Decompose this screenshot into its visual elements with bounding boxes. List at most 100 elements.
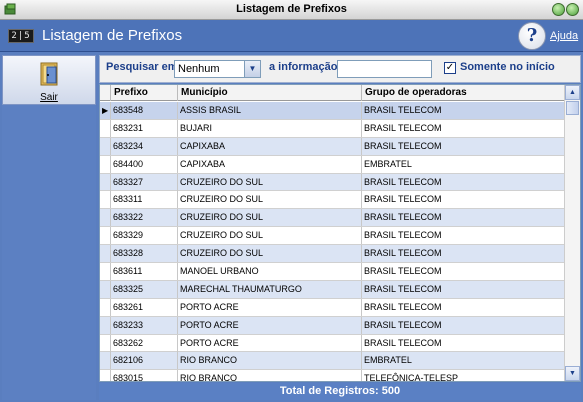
table-row[interactable]: 683611 MANOEL URBANO BRASIL TELECOM xyxy=(100,263,564,281)
table-row[interactable]: 683322 CRUZEIRO DO SUL BRASIL TELECOM xyxy=(100,209,564,228)
row-indicator xyxy=(100,191,111,209)
municipio-cell: CRUZEIRO DO SUL xyxy=(178,227,362,245)
help-label: Ajuda xyxy=(550,30,579,42)
column-header-municipio[interactable]: Município xyxy=(178,85,362,101)
scroll-up-icon[interactable]: ▲ xyxy=(565,85,580,100)
municipio-cell: RIO BRANCO xyxy=(178,370,362,381)
only-start-checkbox[interactable]: ✓ xyxy=(444,62,456,74)
municipio-cell: CRUZEIRO DO SUL xyxy=(178,191,362,209)
table-row[interactable]: ▶ 683548 ASSIS BRASIL BRASIL TELECOM xyxy=(100,102,564,120)
grupo-cell: EMBRATEL xyxy=(364,158,412,169)
prefixo-cell: 683015 xyxy=(111,370,178,381)
close-button[interactable] xyxy=(566,3,579,16)
vertical-scrollbar[interactable]: ▲ ▼ xyxy=(564,85,580,381)
grupo-cell: BRASIL TELECOM xyxy=(364,212,442,223)
table-row[interactable]: 682106 RIO BRANCO EMBRATEL xyxy=(100,352,564,371)
header-badge: 2|5 xyxy=(8,29,34,43)
table-row[interactable]: 683234 CAPIXABA BRASIL TELECOM xyxy=(100,137,564,156)
prefixo-cell: 684400 xyxy=(111,155,178,173)
prefixo-cell: 683262 xyxy=(111,334,178,352)
window-title: Listagem de Prefixos xyxy=(236,3,347,15)
minimize-button[interactable] xyxy=(552,3,565,16)
chevron-down-icon[interactable]: ▼ xyxy=(244,61,260,77)
table-row[interactable]: 683262 PORTO ACRE BRASIL TELECOM xyxy=(100,334,564,353)
row-indicator xyxy=(100,209,111,227)
sair-button[interactable]: Sair xyxy=(2,55,96,105)
row-indicator xyxy=(100,119,111,137)
municipio-cell: RIO BRANCO xyxy=(178,352,362,370)
prefixo-cell: 683611 xyxy=(111,263,178,281)
info-label: a informação xyxy=(269,61,338,73)
grupo-cell: TELEFÔNICA-TELESP xyxy=(364,373,459,382)
row-indicator xyxy=(100,334,111,352)
table-row[interactable]: 683233 PORTO ACRE BRASIL TELECOM xyxy=(100,316,564,335)
search-in-label: Pesquisar em xyxy=(106,61,178,73)
row-indicator-header xyxy=(100,85,111,101)
prefixo-cell: 683233 xyxy=(111,316,178,334)
row-indicator xyxy=(100,370,111,381)
prefixo-cell: 683325 xyxy=(111,280,178,298)
grupo-cell: BRASIL TELECOM xyxy=(364,266,442,277)
grupo-cell: BRASIL TELECOM xyxy=(364,194,442,205)
help-button[interactable]: ? Ajuda xyxy=(518,21,580,51)
table-row[interactable]: 684400 CAPIXABA EMBRATEL xyxy=(100,155,564,174)
app-window: Listagem de Prefixos 2|5 Listagem de Pre… xyxy=(0,0,583,402)
title-bar: Listagem de Prefixos xyxy=(0,0,583,20)
scroll-down-icon[interactable]: ▼ xyxy=(565,366,580,381)
prefixo-cell: 683261 xyxy=(111,298,178,316)
municipio-cell: CRUZEIRO DO SUL xyxy=(178,173,362,191)
page-title: Listagem de Prefixos xyxy=(42,27,183,44)
page-header: 2|5 Listagem de Prefixos ? Ajuda xyxy=(0,20,583,52)
table-header: Prefixo Município Grupo de operadoras xyxy=(100,85,564,101)
prefixo-cell: 683327 xyxy=(111,173,178,191)
grupo-cell: BRASIL TELECOM xyxy=(364,283,442,294)
prefixo-cell: 683311 xyxy=(111,191,178,209)
row-indicator xyxy=(100,280,111,298)
table-row[interactable]: 683231 BUJARI BRASIL TELECOM xyxy=(100,119,564,138)
row-indicator xyxy=(100,245,111,263)
grupo-cell: BRASIL TELECOM xyxy=(364,230,442,241)
table-row[interactable]: 683328 CRUZEIRO DO SUL BRASIL TELECOM xyxy=(100,245,564,264)
row-indicator xyxy=(100,227,111,245)
municipio-cell: PORTO ACRE xyxy=(178,298,362,316)
municipio-cell: ASSIS BRASIL xyxy=(178,102,362,119)
municipio-cell: PORTO ACRE xyxy=(178,316,362,334)
table-row[interactable]: 683327 CRUZEIRO DO SUL BRASIL TELECOM xyxy=(100,173,564,192)
sidebar: Sair xyxy=(2,55,96,400)
grupo-cell: BRASIL TELECOM xyxy=(364,105,442,115)
row-indicator xyxy=(100,316,111,334)
grupo-cell: BRASIL TELECOM xyxy=(364,319,442,330)
table-body: ▶ 683548 ASSIS BRASIL BRASIL TELECOM 683231 B… xyxy=(100,102,564,382)
prefixo-cell: 682106 xyxy=(111,352,178,370)
total-records: Total de Registros: 500 xyxy=(99,383,581,400)
row-indicator xyxy=(100,352,111,370)
search-field-select[interactable]: Nenhum ▼ xyxy=(174,60,261,78)
grupo-cell: BRASIL TELECOM xyxy=(364,301,442,312)
table-row[interactable]: 683325 MARECHAL THAUMATURGO BRASIL TELECOM xyxy=(100,280,564,299)
municipio-cell: CRUZEIRO DO SUL xyxy=(178,245,362,263)
grupo-cell: BRASIL TELECOM xyxy=(364,122,442,133)
search-field-value: Nenhum xyxy=(178,63,220,75)
grupo-cell: BRASIL TELECOM xyxy=(364,248,442,259)
column-header-grupo[interactable]: Grupo de operadoras xyxy=(362,85,564,101)
table-row[interactable]: 683329 CRUZEIRO DO SUL BRASIL TELECOM xyxy=(100,227,564,246)
prefixo-cell: 683328 xyxy=(111,245,178,263)
prefixo-cell: 683548 xyxy=(111,102,178,119)
grupo-cell: BRASIL TELECOM xyxy=(364,337,442,348)
row-indicator xyxy=(100,263,111,281)
current-row-pointer-icon: ▶ xyxy=(100,102,111,119)
column-header-prefixo[interactable]: Prefixo xyxy=(111,85,178,101)
scroll-thumb[interactable] xyxy=(566,101,579,115)
prefix-table: Prefixo Município Grupo de operadoras ▶ 6… xyxy=(99,84,581,382)
table-row[interactable]: 683311 CRUZEIRO DO SUL BRASIL TELECOM xyxy=(100,191,564,210)
only-start-label: Somente no início xyxy=(460,61,555,73)
municipio-cell: CAPIXABA xyxy=(178,155,362,173)
row-indicator xyxy=(100,155,111,173)
prefixo-cell: 683322 xyxy=(111,209,178,227)
exit-door-icon xyxy=(40,62,58,86)
table-row[interactable]: 683015 RIO BRANCO TELEFÔNICA-TELESP xyxy=(100,370,564,382)
info-input[interactable] xyxy=(337,60,432,78)
municipio-cell: MARECHAL THAUMATURGO xyxy=(178,280,362,298)
row-indicator xyxy=(100,137,111,155)
table-row[interactable]: 683261 PORTO ACRE BRASIL TELECOM xyxy=(100,298,564,317)
